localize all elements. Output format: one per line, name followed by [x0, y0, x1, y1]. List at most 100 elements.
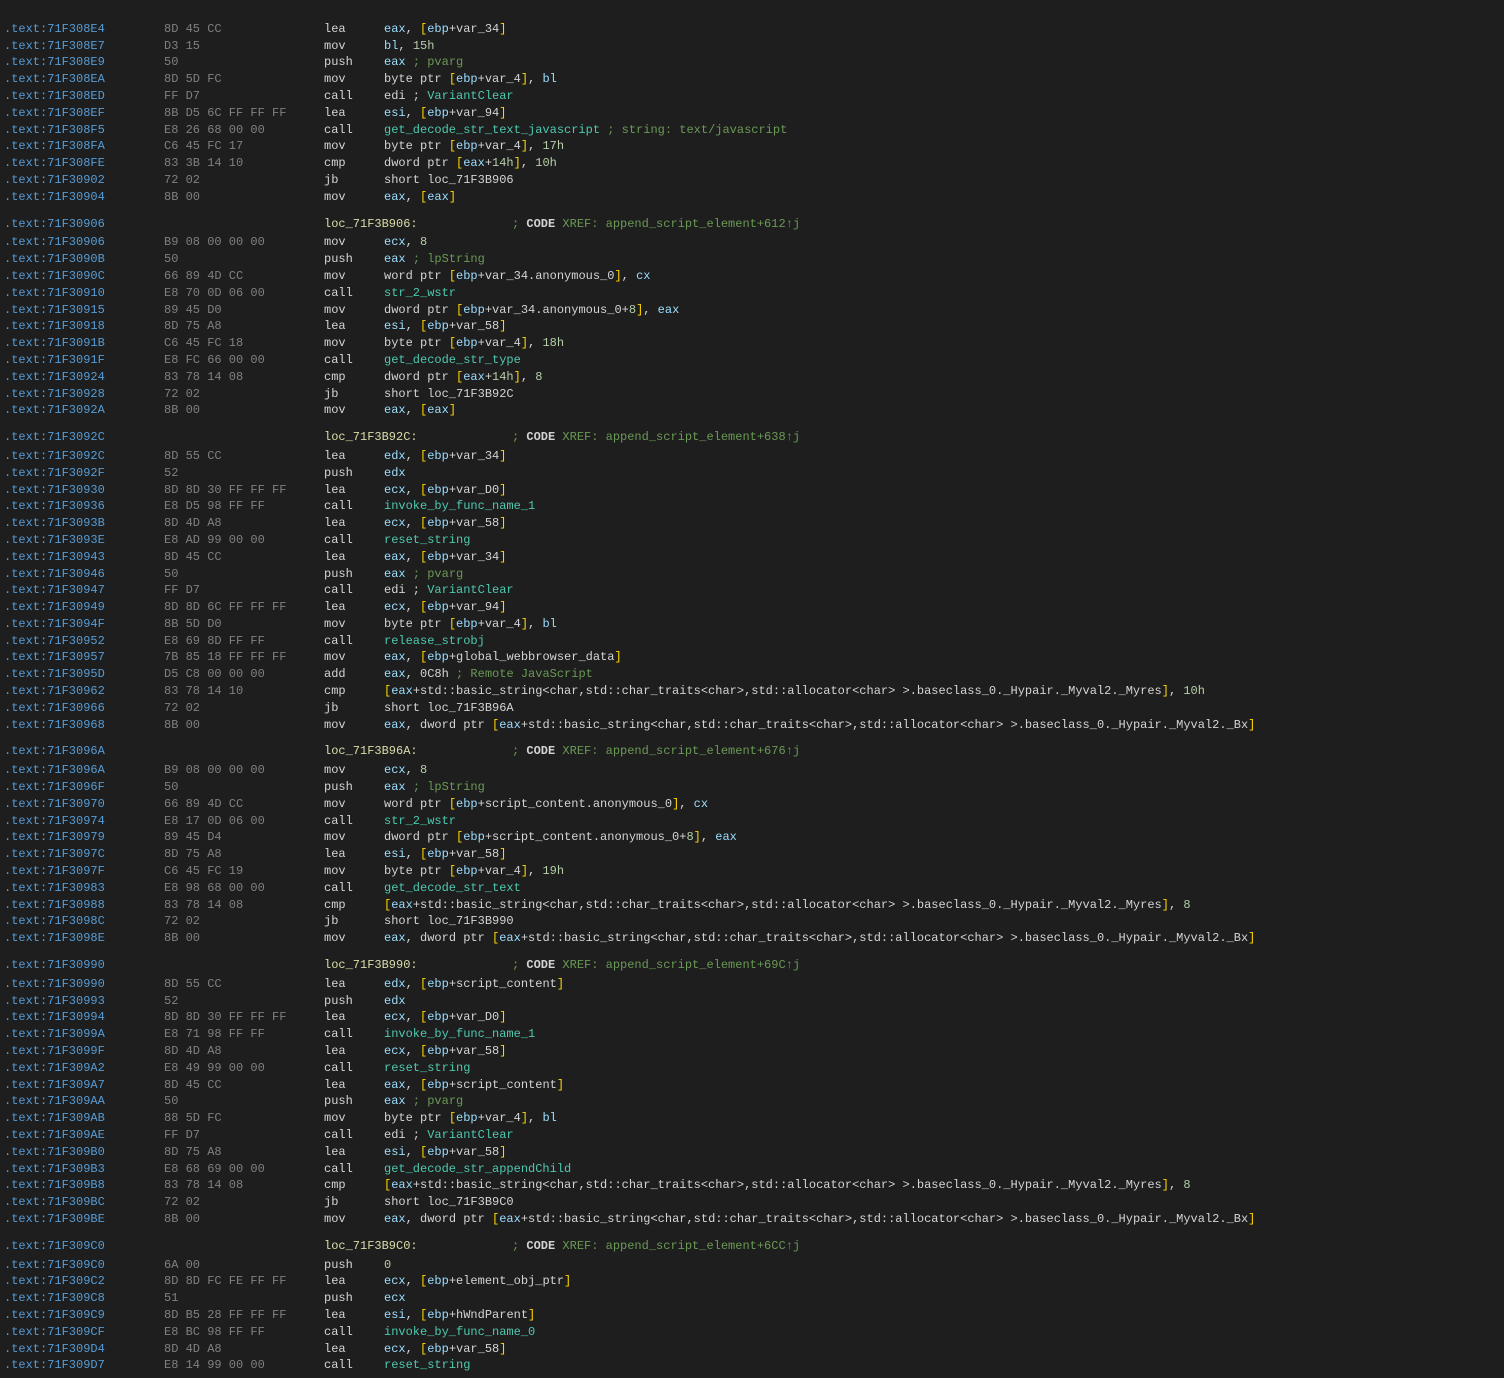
operand: eax, [ebp+var_34] — [384, 21, 1500, 38]
asm-line: .text:71F309D48D 4D A8leaecx, [ebp+var_5… — [0, 1341, 1504, 1358]
operand: get_decode_str_text — [384, 880, 1500, 897]
address: .text:71F308FE — [4, 155, 164, 172]
address: .text:71F3098C — [4, 913, 164, 930]
operand: ecx, [ebp+var_58] — [384, 1043, 1500, 1060]
operand: eax, dword ptr [eax+std::basic_string<ch… — [384, 1211, 1500, 1228]
bytes: 8B D5 6C FF FF FF — [164, 105, 324, 122]
mnemonic: call — [324, 1161, 384, 1178]
mnemonic: lea — [324, 846, 384, 863]
operand: reset_string — [384, 532, 1500, 549]
asm-line: .text:71F308EF8B D5 6C FF FF FFleaesi, [… — [0, 105, 1504, 122]
mnemonic: call — [324, 285, 384, 302]
asm-line: .text:71F309BC72 02jbshort loc_71F3B9C0 — [0, 1194, 1504, 1211]
address: .text:71F309C2 — [4, 1273, 164, 1290]
operand: get_decode_str_type — [384, 352, 1500, 369]
address: .text:71F308E4 — [4, 21, 164, 38]
operand: eax, 0C8h ; Remote JavaScript — [384, 666, 1500, 683]
operand: edi ; VariantClear — [384, 1127, 1500, 1144]
bytes: 88 5D FC — [164, 1110, 324, 1127]
address: .text:71F30968 — [4, 717, 164, 734]
operand: ecx, 8 — [384, 234, 1500, 251]
bytes: 52 — [164, 993, 324, 1010]
address: .text:71F3091F — [4, 352, 164, 369]
operand: word ptr [ebp+script_content.anonymous_0… — [384, 796, 1500, 813]
operand: ecx, [ebp+var_58] — [384, 515, 1500, 532]
mnemonic: call — [324, 1060, 384, 1077]
operand: eax, [ebp+var_34] — [384, 549, 1500, 566]
bytes: 8D 45 CC — [164, 549, 324, 566]
mnemonic: lea — [324, 1273, 384, 1290]
mnemonic: push — [324, 1093, 384, 1110]
asm-line: .text:71F3096AB9 08 00 00 00movecx, 8 — [0, 762, 1504, 779]
asm-line: .text:71F309A78D 45 CCleaeax, [ebp+scrip… — [0, 1077, 1504, 1094]
asm-line: .text:71F3098C72 02jbshort loc_71F3B990 — [0, 913, 1504, 930]
mnemonic: mov — [324, 1211, 384, 1228]
bytes: C6 45 FC 17 — [164, 138, 324, 155]
operand: release_strobj — [384, 633, 1500, 650]
mnemonic: push — [324, 1257, 384, 1274]
asm-line: .text:71F3096283 78 14 10cmp[eax+std::ba… — [0, 683, 1504, 700]
asm-line: .text:71F309C851pushecx — [0, 1290, 1504, 1307]
asm-line: .text:71F3092F52pushedx — [0, 465, 1504, 482]
loc-label: loc_71F3B9C0: — [324, 1238, 504, 1255]
operand: ecx, 8 — [384, 762, 1500, 779]
mnemonic: cmp — [324, 1177, 384, 1194]
address: .text:71F309C0 — [4, 1238, 164, 1255]
asm-line: .text:71F309CFE8 BC 98 FF FFcallinvoke_b… — [0, 1324, 1504, 1341]
bytes: D5 C8 00 00 00 — [164, 666, 324, 683]
loc-label: loc_71F3B92C: — [324, 429, 504, 446]
bytes: 8D 8D 6C FF FF FF — [164, 599, 324, 616]
bytes: 89 45 D0 — [164, 302, 324, 319]
operand: eax ; pvarg — [384, 54, 1500, 71]
mnemonic: jb — [324, 1194, 384, 1211]
mnemonic: call — [324, 352, 384, 369]
operand: esi, [ebp+var_94] — [384, 105, 1500, 122]
address: .text:71F309AE — [4, 1127, 164, 1144]
bytes: D3 15 — [164, 38, 324, 55]
mnemonic: call — [324, 813, 384, 830]
asm-line: .text:71F308FE83 3B 14 10cmpdword ptr [e… — [0, 155, 1504, 172]
asm-line: .text:71F3098883 78 14 08cmp[eax+std::ba… — [0, 897, 1504, 914]
bytes: 66 89 4D CC — [164, 268, 324, 285]
mnemonic: lea — [324, 21, 384, 38]
asm-line: .text:71F308F5E8 26 68 00 00callget_deco… — [0, 122, 1504, 139]
bytes: E8 14 99 00 00 — [164, 1357, 324, 1374]
mnemonic: mov — [324, 71, 384, 88]
asm-line: .text:71F309B3E8 68 69 00 00callget_deco… — [0, 1161, 1504, 1178]
asm-line: .text:71F309438D 45 CCleaeax, [ebp+var_3… — [0, 549, 1504, 566]
operand: eax, [eax] — [384, 189, 1500, 206]
bytes: 8D 55 CC — [164, 976, 324, 993]
bytes: 72 02 — [164, 913, 324, 930]
operand: esi, [ebp+hWndParent] — [384, 1307, 1500, 1324]
address: .text:71F309C8 — [4, 1290, 164, 1307]
address: .text:71F30962 — [4, 683, 164, 700]
mnemonic: lea — [324, 1341, 384, 1358]
asm-line: .text:71F309AB88 5D FCmovbyte ptr [ebp+v… — [0, 1110, 1504, 1127]
loc-label: loc_71F3B906: — [324, 216, 504, 233]
address: .text:71F30902 — [4, 172, 164, 189]
mnemonic: call — [324, 880, 384, 897]
bytes: 83 78 14 10 — [164, 683, 324, 700]
operand: [eax+std::basic_string<char,std::char_tr… — [384, 897, 1500, 914]
address: .text:71F308EF — [4, 105, 164, 122]
asm-line: .text:71F309D7E8 14 99 00 00callreset_st… — [0, 1357, 1504, 1374]
xref-comment: ; CODE XREF: append_script_element+612↑j — [512, 216, 800, 233]
mnemonic: cmp — [324, 155, 384, 172]
address: .text:71F30988 — [4, 897, 164, 914]
bytes: E8 69 8D FF FF — [164, 633, 324, 650]
mnemonic: lea — [324, 1307, 384, 1324]
bytes: 7B 85 18 FF FF FF — [164, 649, 324, 666]
operand: str_2_wstr — [384, 285, 1500, 302]
operand: eax ; lpString — [384, 251, 1500, 268]
operand: byte ptr [ebp+var_4], bl — [384, 1110, 1500, 1127]
address: .text:71F3094F — [4, 616, 164, 633]
asm-line — [0, 419, 1504, 425]
mnemonic: lea — [324, 318, 384, 335]
mnemonic: lea — [324, 1009, 384, 1026]
bytes: C6 45 FC 18 — [164, 335, 324, 352]
operand: edi ; VariantClear — [384, 582, 1500, 599]
mnemonic: push — [324, 993, 384, 1010]
asm-line: .text:71F3094F8B 5D D0movbyte ptr [ebp+v… — [0, 616, 1504, 633]
address: .text:71F3096A — [4, 743, 164, 760]
mnemonic: lea — [324, 105, 384, 122]
